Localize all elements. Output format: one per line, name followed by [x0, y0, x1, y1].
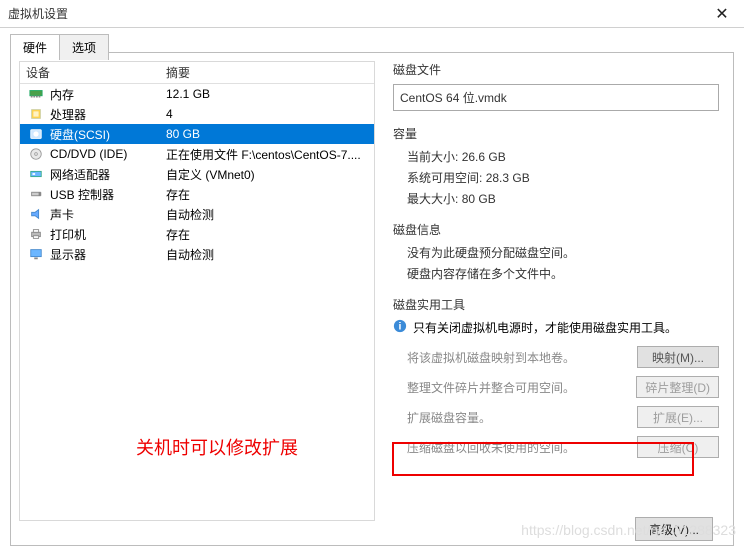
group-tools: 磁盘实用工具 i 只有关闭虚拟机电源时，才能使用磁盘实用工具。 将该虚拟机磁盘映…: [393, 296, 719, 458]
tab-panel: 设备 摘要 内存 12.1 GB 处理器 4 硬盘(SCSI) 80 GB CD…: [10, 52, 734, 546]
compress-label: 压缩磁盘以回收未使用的空间。: [407, 439, 629, 456]
diskinfo-title: 磁盘信息: [393, 221, 719, 238]
net-name: 网络适配器: [50, 166, 166, 183]
row-cpu[interactable]: 处理器 4: [20, 104, 374, 124]
device-panel: 设备 摘要 内存 12.1 GB 处理器 4 硬盘(SCSI) 80 GB CD…: [19, 61, 375, 537]
usb-summary: 存在: [166, 186, 368, 203]
sound-name: 声卡: [50, 206, 166, 223]
expand-button[interactable]: 扩展(E)...: [637, 406, 719, 428]
row-sound[interactable]: 声卡 自动检测: [20, 204, 374, 224]
tab-options-label: 选项: [72, 41, 96, 55]
close-icon[interactable]: ✕: [700, 0, 744, 28]
detail-panel: 磁盘文件 CentOS 64 位.vmdk 容量 当前大小: 26.6 GB 系…: [387, 61, 725, 537]
field-max-size: 最大大小: 80 GB: [407, 190, 719, 207]
disk-summary: 80 GB: [166, 127, 368, 141]
map-button[interactable]: 映射(M)...: [637, 346, 719, 368]
usb-icon: [26, 187, 46, 201]
printer-icon: [26, 227, 46, 241]
field-current-size: 当前大小: 26.6 GB: [407, 148, 719, 165]
memory-icon: [26, 87, 46, 101]
group-diskinfo: 磁盘信息 没有为此硬盘预分配磁盘空间。 硬盘内容存储在多个文件中。: [393, 221, 719, 282]
table-header: 设备 摘要: [20, 62, 374, 84]
memory-summary: 12.1 GB: [166, 87, 368, 101]
tool-expand: 扩展磁盘容量。 扩展(E)...: [407, 406, 719, 428]
group-diskfile: 磁盘文件 CentOS 64 位.vmdk: [393, 61, 719, 111]
window-title: 虚拟机设置: [8, 5, 68, 22]
cpu-summary: 4: [166, 107, 368, 121]
network-icon: [26, 167, 46, 181]
tool-compress: 压缩磁盘以回收未使用的空间。 压缩(C): [407, 436, 719, 458]
group-capacity: 容量 当前大小: 26.6 GB 系统可用空间: 28.3 GB 最大大小: 8…: [393, 125, 719, 207]
defrag-label: 整理文件碎片并整合可用空间。: [407, 379, 628, 396]
tab-hardware[interactable]: 硬件: [10, 34, 60, 60]
svg-text:i: i: [399, 321, 402, 333]
tool-map: 将该虚拟机磁盘映射到本地卷。 映射(M)...: [407, 346, 719, 368]
row-disk[interactable]: 硬盘(SCSI) 80 GB: [20, 124, 374, 144]
defrag-button[interactable]: 碎片整理(D): [636, 376, 719, 398]
map-label: 将该虚拟机磁盘映射到本地卷。: [407, 349, 629, 366]
expand-label: 扩展磁盘容量。: [407, 409, 629, 426]
row-display[interactable]: 显示器 自动检测: [20, 244, 374, 264]
diskfile-title: 磁盘文件: [393, 61, 719, 78]
diskinfo-line1: 没有为此硬盘预分配磁盘空间。: [407, 244, 719, 261]
row-usb[interactable]: USB 控制器 存在: [20, 184, 374, 204]
diskfile-value: CentOS 64 位.vmdk: [400, 91, 507, 105]
display-icon: [26, 247, 46, 261]
sound-summary: 自动检测: [166, 206, 368, 223]
capacity-title: 容量: [393, 125, 719, 142]
col-device: 设备: [26, 64, 166, 81]
printer-summary: 存在: [166, 226, 368, 243]
display-summary: 自动检测: [166, 246, 368, 263]
titlebar: 虚拟机设置 ✕: [0, 0, 744, 28]
watermark: https://blog.csdn.net/qq_31288323: [521, 522, 736, 538]
cpu-name: 处理器: [50, 106, 166, 123]
info-icon: i: [393, 319, 407, 336]
cpu-icon: [26, 107, 46, 121]
row-cd[interactable]: CD/DVD (IDE) 正在使用文件 F:\centos\CentOS-7..…: [20, 144, 374, 164]
sound-icon: [26, 207, 46, 221]
cd-icon: [26, 147, 46, 161]
power-hint-text: 只有关闭虚拟机电源时，才能使用磁盘实用工具。: [413, 319, 677, 336]
row-printer[interactable]: 打印机 存在: [20, 224, 374, 244]
display-name: 显示器: [50, 246, 166, 263]
memory-name: 内存: [50, 86, 166, 103]
annotation-text: 关机时可以修改扩展: [136, 434, 298, 460]
tab-options[interactable]: 选项: [59, 34, 109, 60]
diskinfo-line2: 硬盘内容存储在多个文件中。: [407, 265, 719, 282]
cd-name: CD/DVD (IDE): [50, 147, 166, 161]
power-hint: i 只有关闭虚拟机电源时，才能使用磁盘实用工具。: [393, 319, 719, 336]
col-summary: 摘要: [166, 64, 368, 81]
net-summary: 自定义 (VMnet0): [166, 166, 368, 183]
tools-title: 磁盘实用工具: [393, 296, 719, 313]
diskfile-input[interactable]: CentOS 64 位.vmdk: [393, 84, 719, 111]
row-memory[interactable]: 内存 12.1 GB: [20, 84, 374, 104]
row-net[interactable]: 网络适配器 自定义 (VMnet0): [20, 164, 374, 184]
disk-name: 硬盘(SCSI): [50, 126, 166, 143]
cd-summary: 正在使用文件 F:\centos\CentOS-7....: [166, 146, 368, 163]
usb-name: USB 控制器: [50, 186, 166, 203]
tab-hardware-label: 硬件: [23, 41, 47, 55]
printer-name: 打印机: [50, 226, 166, 243]
disk-icon: [26, 127, 46, 141]
field-free-space: 系统可用空间: 28.3 GB: [407, 169, 719, 186]
tool-defrag: 整理文件碎片并整合可用空间。 碎片整理(D): [407, 376, 719, 398]
compress-button[interactable]: 压缩(C): [637, 436, 719, 458]
